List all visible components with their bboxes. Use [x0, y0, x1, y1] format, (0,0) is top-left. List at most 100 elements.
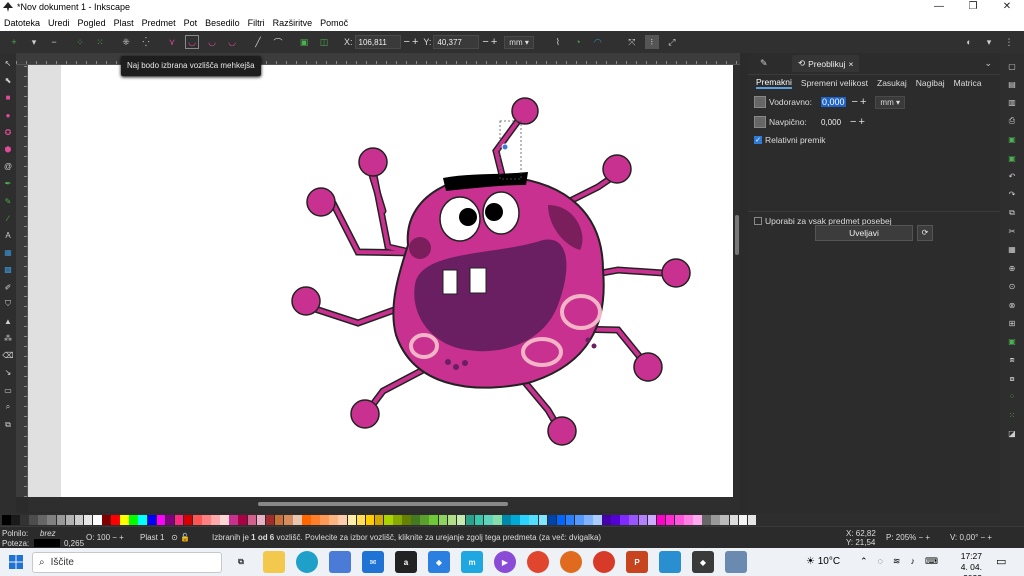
- horizontal-scroll-thumb[interactable]: [258, 502, 508, 506]
- menu-path[interactable]: Pot: [180, 18, 202, 28]
- palette-swatch[interactable]: [602, 514, 611, 525]
- palette-swatch[interactable]: [393, 514, 402, 525]
- palette-swatch[interactable]: [611, 514, 620, 525]
- delete-node-icon[interactable]: −: [47, 35, 61, 49]
- volume-icon[interactable]: ♪: [910, 556, 915, 567]
- copy-icon[interactable]: ⧉: [1007, 208, 1017, 218]
- fill-value[interactable]: brez: [40, 529, 56, 538]
- dropbox-icon[interactable]: ◆: [428, 551, 450, 573]
- undo-icon[interactable]: ↶: [1007, 171, 1017, 181]
- vertical-input[interactable]: 0,000: [821, 118, 841, 127]
- palette-swatch[interactable]: [274, 514, 284, 525]
- horizontal-scrollbar[interactable]: [28, 497, 740, 512]
- palette-swatch[interactable]: [38, 514, 47, 525]
- palette-swatch[interactable]: [747, 514, 757, 525]
- break-path-icon[interactable]: ⁙: [93, 35, 107, 49]
- canvas[interactable]: [28, 65, 733, 497]
- palette-swatch[interactable]: [502, 514, 511, 525]
- palette-swatch[interactable]: [565, 514, 575, 525]
- system-tray[interactable]: ⌃ ◌ ≋ ♪ ⌨: [860, 556, 938, 567]
- palette-swatch[interactable]: [729, 514, 739, 525]
- tray-chevron-icon[interactable]: ⌃: [860, 556, 868, 567]
- file-explorer-icon[interactable]: [263, 551, 285, 573]
- palette-swatch[interactable]: [302, 514, 311, 525]
- chevron-down-icon[interactable]: ⌄: [984, 58, 992, 69]
- dock-pen-icon[interactable]: ✎: [760, 58, 774, 69]
- ungroup-icon[interactable]: ⁙: [1007, 410, 1017, 420]
- snap-toggle-icon[interactable]: ◐: [962, 35, 976, 49]
- store-icon[interactable]: [329, 551, 351, 573]
- tab-move[interactable]: Premakni: [756, 77, 792, 89]
- palette-swatch[interactable]: [283, 514, 293, 525]
- tweak-tool-icon[interactable]: ▲: [2, 315, 14, 327]
- tab-scale[interactable]: Spremeni velikost: [801, 78, 868, 88]
- fill-stroke-icon[interactable]: ◪: [1007, 429, 1017, 439]
- palette-swatch[interactable]: [192, 514, 202, 525]
- zoom-drawing-icon[interactable]: ⊙: [1007, 282, 1017, 292]
- palette-swatch[interactable]: [693, 514, 702, 525]
- ellipse-tool-icon[interactable]: ●: [2, 109, 14, 121]
- rectangle-tool-icon[interactable]: ■: [2, 92, 14, 104]
- palette-swatch[interactable]: [684, 514, 693, 525]
- palette-swatch[interactable]: [229, 514, 238, 525]
- palette-swatch[interactable]: [120, 514, 129, 525]
- palette-swatch[interactable]: [202, 514, 211, 525]
- paste-icon[interactable]: ▦: [1007, 245, 1017, 255]
- palette-swatch[interactable]: [665, 514, 675, 525]
- palette-swatch[interactable]: [474, 514, 484, 525]
- layer-selector[interactable]: Plast 1 ⊙ 🔓: [140, 533, 190, 542]
- palette-swatch[interactable]: [529, 514, 539, 525]
- menu-extensions[interactable]: Razširitve: [269, 18, 317, 28]
- join-segment-icon[interactable]: ⁜: [119, 35, 133, 49]
- 3d-box-tool-icon[interactable]: ⬢: [2, 144, 14, 156]
- task-view-icon[interactable]: ⧉: [230, 551, 252, 573]
- duplicate-icon[interactable]: ▣: [1007, 337, 1017, 347]
- palette-swatch[interactable]: [656, 514, 666, 525]
- palette-swatch[interactable]: [138, 514, 147, 525]
- transform-handles-icon[interactable]: ⤧: [625, 35, 639, 49]
- monster-drawing[interactable]: [28, 65, 733, 497]
- auto-smooth-icon[interactable]: ◡: [225, 35, 239, 49]
- horizontal-increment-button[interactable]: +: [860, 96, 866, 108]
- notes-app-icon[interactable]: m: [461, 551, 483, 573]
- connector-tool-icon[interactable]: ↘: [2, 367, 14, 379]
- color-palette[interactable]: [0, 513, 1024, 526]
- apply-button[interactable]: Uveljavi: [815, 225, 913, 241]
- edge-icon[interactable]: [296, 551, 318, 573]
- tab-rotate[interactable]: Zasukaj: [877, 78, 907, 88]
- chrome-icon[interactable]: [527, 551, 549, 573]
- palette-swatch[interactable]: [547, 514, 557, 525]
- opacity-control[interactable]: O: 100 − +: [86, 533, 124, 542]
- palette-swatch[interactable]: [420, 514, 429, 525]
- language-icon[interactable]: ⌨: [925, 556, 938, 567]
- dock-unit-dropdown[interactable]: mm ▾: [875, 95, 905, 109]
- palette-swatch[interactable]: [365, 514, 375, 525]
- vertical-increment-button[interactable]: +: [858, 116, 864, 128]
- palette-swatch[interactable]: [538, 514, 548, 525]
- make-curve-icon[interactable]: ⌒: [271, 35, 285, 49]
- palette-swatch[interactable]: [402, 514, 411, 525]
- network-icon[interactable]: ◌: [878, 556, 883, 567]
- show-handles-icon[interactable]: ⁝: [644, 35, 659, 49]
- y-coordinate-input[interactable]: [433, 35, 480, 49]
- powerpoint-icon[interactable]: P: [626, 551, 648, 573]
- mesh-tool-icon[interactable]: ▩: [2, 264, 14, 276]
- palette-swatch[interactable]: [483, 514, 493, 525]
- palette-swatch[interactable]: [329, 514, 338, 525]
- text-tool-icon[interactable]: A: [2, 229, 14, 241]
- edit-mask-icon[interactable]: ◔: [571, 35, 585, 49]
- y-decrement-button[interactable]: −: [482, 36, 488, 48]
- palette-swatch[interactable]: [511, 514, 520, 525]
- palette-swatch[interactable]: [74, 514, 84, 525]
- clone-icon[interactable]: ⧈: [1007, 355, 1017, 365]
- delete-segment-icon[interactable]: ⁛: [139, 35, 153, 49]
- horizontal-decrement-button[interactable]: −: [852, 96, 858, 108]
- palette-swatch[interactable]: [520, 514, 529, 525]
- tab-skew[interactable]: Nagibaj: [916, 78, 945, 88]
- palette-swatch[interactable]: [383, 514, 393, 525]
- open-file-icon[interactable]: ▤: [1007, 80, 1017, 90]
- palette-swatch[interactable]: [674, 514, 684, 525]
- palette-swatch[interactable]: [165, 514, 175, 525]
- reset-icon[interactable]: ⟳: [917, 225, 933, 241]
- palette-swatch[interactable]: [638, 514, 648, 525]
